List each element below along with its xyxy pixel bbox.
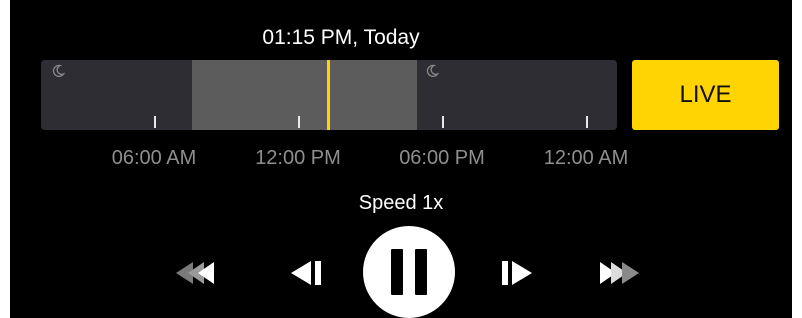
timeline-tick xyxy=(154,116,156,128)
tick-label: 12:00 AM xyxy=(543,147,629,169)
timeline-cursor[interactable] xyxy=(327,60,330,130)
fast-forward-icon xyxy=(600,262,639,284)
pause-button[interactable] xyxy=(363,226,455,318)
tick-label: 06:00 AM xyxy=(111,147,197,169)
timeline-tick xyxy=(586,116,588,128)
timeline-tick xyxy=(442,116,444,128)
tick-label: 12:00 PM xyxy=(255,147,341,169)
current-timestamp: 01:15 PM, Today xyxy=(262,26,420,49)
step-back-button[interactable] xyxy=(289,258,325,288)
step-forward-icon xyxy=(502,261,532,285)
moon-icon xyxy=(52,64,65,78)
pause-icon xyxy=(391,249,427,295)
timeline-day-segment xyxy=(192,60,417,130)
rewind-icon xyxy=(176,262,214,284)
step-back-icon xyxy=(291,261,321,285)
fast-forward-button[interactable] xyxy=(598,258,654,288)
rewind-button[interactable] xyxy=(166,258,216,288)
live-button[interactable]: LIVE xyxy=(632,60,779,130)
timeline-tick xyxy=(298,116,300,128)
timeline-scrubber[interactable] xyxy=(41,60,617,130)
tick-label: 06:00 PM xyxy=(399,147,485,169)
step-forward-button[interactable] xyxy=(498,258,534,288)
playback-panel: 01:15 PM, Today 06:00 AM 12:00 PM 06:00 … xyxy=(10,0,792,318)
moon-icon xyxy=(426,64,439,78)
speed-label[interactable]: Speed 1x xyxy=(10,190,792,216)
